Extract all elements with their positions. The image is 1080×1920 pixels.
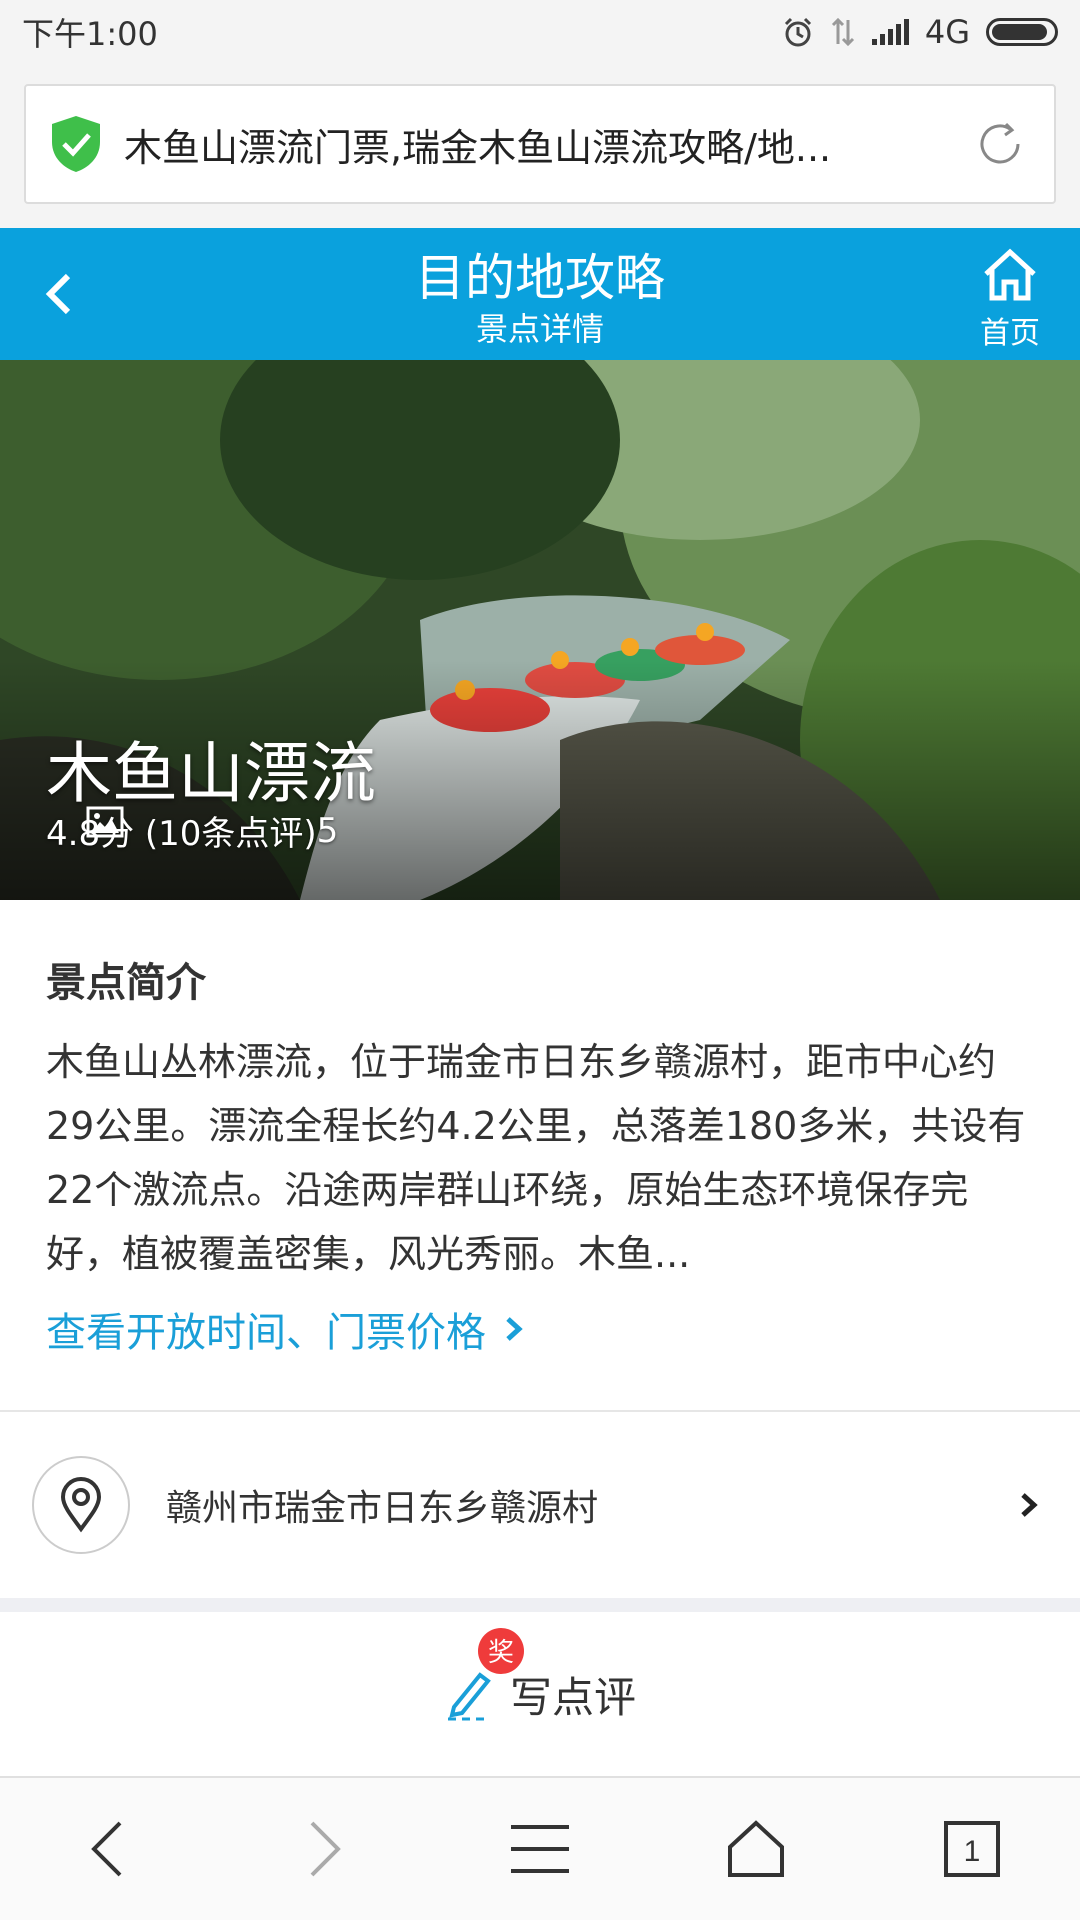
intro-title: 景点简介 xyxy=(46,960,206,1006)
tab-count: 1 xyxy=(964,1835,981,1868)
page-title: 目的地攻略 xyxy=(415,249,665,307)
hours-price-link-label[interactable]: 查看开放时间、门票价格 xyxy=(46,1300,486,1358)
pen-icon xyxy=(447,1672,491,1721)
photo-count[interactable]: 5 xyxy=(317,811,339,851)
photo-icon xyxy=(86,806,124,838)
security-shield-icon xyxy=(52,116,100,172)
browser-home-button[interactable] xyxy=(701,1794,811,1904)
network-type: 4G xyxy=(924,13,970,51)
attraction-name: 木鱼山漂流 xyxy=(46,735,376,812)
status-icons: 4G xyxy=(782,13,1058,51)
browser-bottom-nav: 1 xyxy=(0,1776,1080,1920)
hours-price-link[interactable]: 查看开放时间、门票价格 xyxy=(46,1300,1034,1358)
write-review-content: 奖 写点评 xyxy=(444,1627,636,1725)
address-text: 赣州市瑞金市日东乡赣源村 xyxy=(166,1488,599,1529)
menu-icon xyxy=(511,1825,569,1873)
home-icon xyxy=(984,248,1036,301)
intro-section: 景点简介 木鱼山丛林漂流，位于瑞金市日东乡赣源村，距市中心约29公里。漂流全程长… xyxy=(0,900,1080,1412)
reload-icon[interactable] xyxy=(970,114,1030,174)
address-row[interactable]: 赣州市瑞金市日东乡赣源村 xyxy=(0,1412,1080,1598)
home-outline-icon xyxy=(728,1820,784,1877)
data-transfer-icon xyxy=(831,17,854,47)
intro-body: 木鱼山丛林漂流，位于瑞金市日东乡赣源村，距市中心约29公里。漂流全程长约4.2公… xyxy=(46,1040,1026,1276)
browser-back-button[interactable] xyxy=(53,1794,163,1904)
hero-image[interactable]: 木鱼山漂流 4.8分 (10条点评) 5 xyxy=(0,360,1080,900)
battery-icon xyxy=(986,18,1058,46)
browser-forward-button[interactable] xyxy=(269,1794,379,1904)
alarm-icon xyxy=(784,17,811,47)
browser-menu-button[interactable] xyxy=(485,1794,595,1904)
chevron-right-icon xyxy=(1021,1493,1038,1517)
award-badge: 奖 xyxy=(477,1627,524,1674)
app-header: 目的地攻略 景点详情 首页 xyxy=(0,228,1080,360)
home-button[interactable]: 首页 xyxy=(970,248,1050,352)
chevron-right-icon xyxy=(506,1317,523,1341)
home-label: 首页 xyxy=(980,316,1040,351)
browser-tabs-button[interactable]: 1 xyxy=(917,1794,1027,1904)
back-icon xyxy=(91,1821,122,1877)
attraction-rating: 4.8分 (10条点评) 5 xyxy=(46,806,338,855)
section-gap xyxy=(0,1598,1080,1612)
page-subtitle: 景点详情 xyxy=(475,310,604,348)
status-bar: 下午1:00 4G xyxy=(0,0,1080,64)
status-time: 下午1:00 xyxy=(22,15,158,53)
location-pin-badge xyxy=(32,1456,130,1554)
signal-icon xyxy=(871,19,909,45)
browser-url-area: 木鱼山漂流门票,瑞金木鱼山漂流攻略/地... xyxy=(0,64,1080,228)
url-bar[interactable]: 木鱼山漂流门票,瑞金木鱼山漂流攻略/地... xyxy=(24,84,1056,204)
location-pin-icon xyxy=(60,1477,102,1533)
forward-icon xyxy=(310,1821,341,1877)
write-review-label: 写点评 xyxy=(509,1672,636,1722)
tabs-icon: 1 xyxy=(944,1821,1000,1877)
write-review-button[interactable]: 奖 写点评 xyxy=(0,1612,1080,1776)
url-title[interactable]: 木鱼山漂流门票,瑞金木鱼山漂流攻略/地... xyxy=(124,117,950,172)
